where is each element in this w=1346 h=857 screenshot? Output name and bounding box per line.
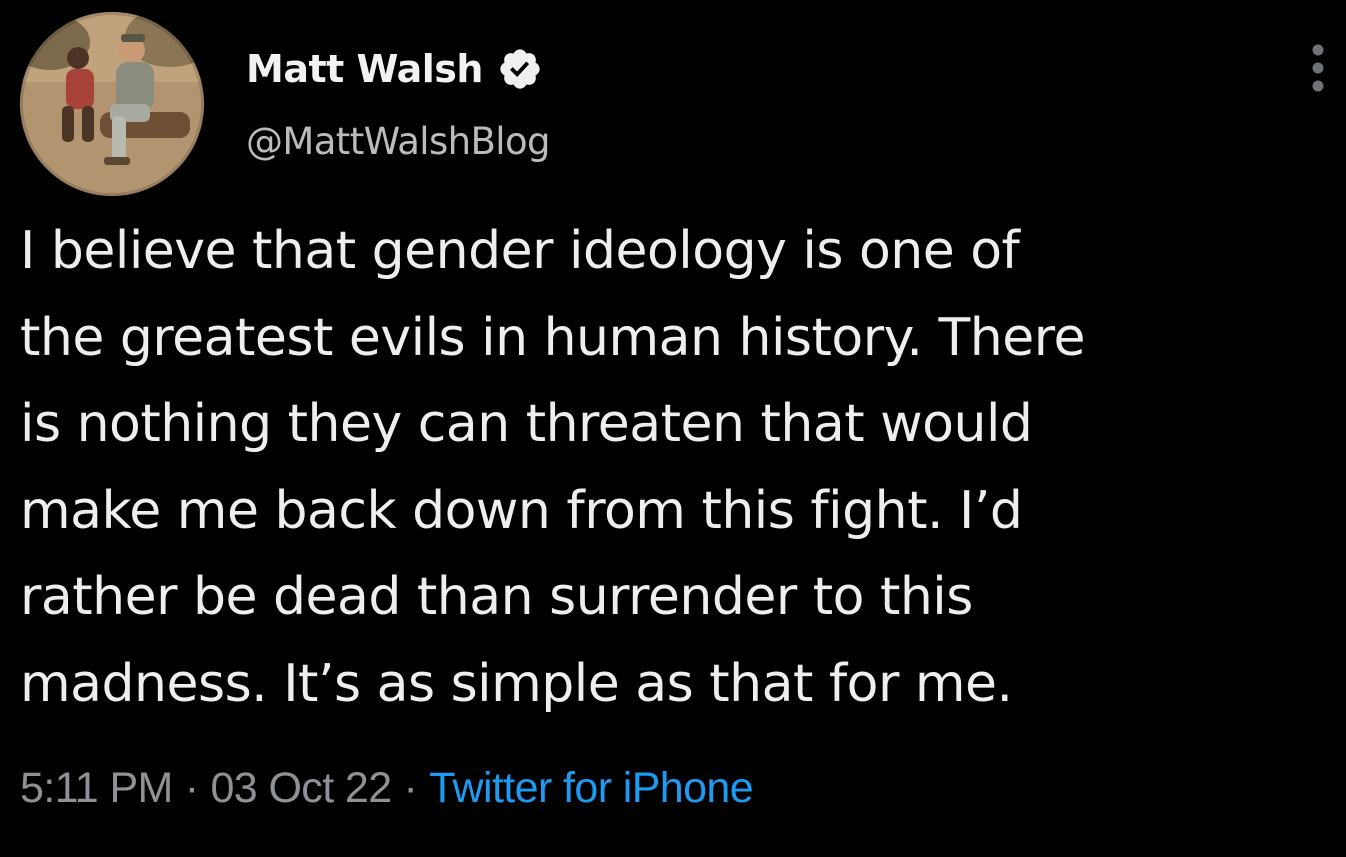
avatar[interactable] <box>20 12 204 196</box>
verified-badge-icon <box>497 46 543 92</box>
tweet-metadata: 5:11 PM · 03 Oct 22 · Twitter for iPhone <box>20 764 754 813</box>
tweet-source-link[interactable]: Twitter for iPhone <box>429 764 753 813</box>
display-name[interactable]: Matt Walsh <box>246 47 483 91</box>
author-name-row: Matt Walsh <box>246 44 543 94</box>
tweet-text: I believe that gender ideology is one of… <box>20 221 1085 714</box>
author-handle[interactable]: @MattWalshBlog <box>246 120 551 163</box>
tweet-date[interactable]: 03 Oct 22 <box>210 764 392 813</box>
tweet-time[interactable]: 5:11 PM <box>20 764 173 813</box>
tweet: Matt Walsh @MattWalshBlog I believe that… <box>0 0 1346 857</box>
separator: · <box>403 764 418 812</box>
more-options-icon[interactable] <box>1298 42 1338 94</box>
separator: · <box>184 764 199 812</box>
